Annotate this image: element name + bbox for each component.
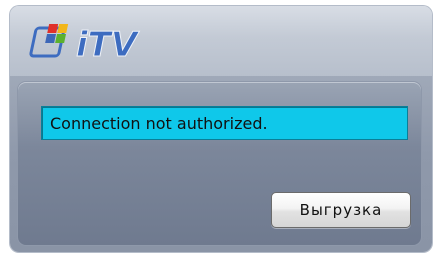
content-panel: Connection not authorized. Выгрузка bbox=[18, 82, 421, 245]
itv-logo-icon: iTV bbox=[29, 24, 140, 64]
logo-text: iTV bbox=[76, 25, 140, 64]
upload-button-label: Выгрузка bbox=[299, 201, 383, 219]
dialog-window: iTV Connection not authorized. Выгрузка bbox=[10, 6, 432, 252]
status-message-field: Connection not authorized. bbox=[41, 106, 408, 140]
dialog-header: iTV bbox=[10, 6, 432, 76]
status-message: Connection not authorized. bbox=[50, 113, 268, 133]
upload-button[interactable]: Выгрузка bbox=[271, 192, 411, 228]
